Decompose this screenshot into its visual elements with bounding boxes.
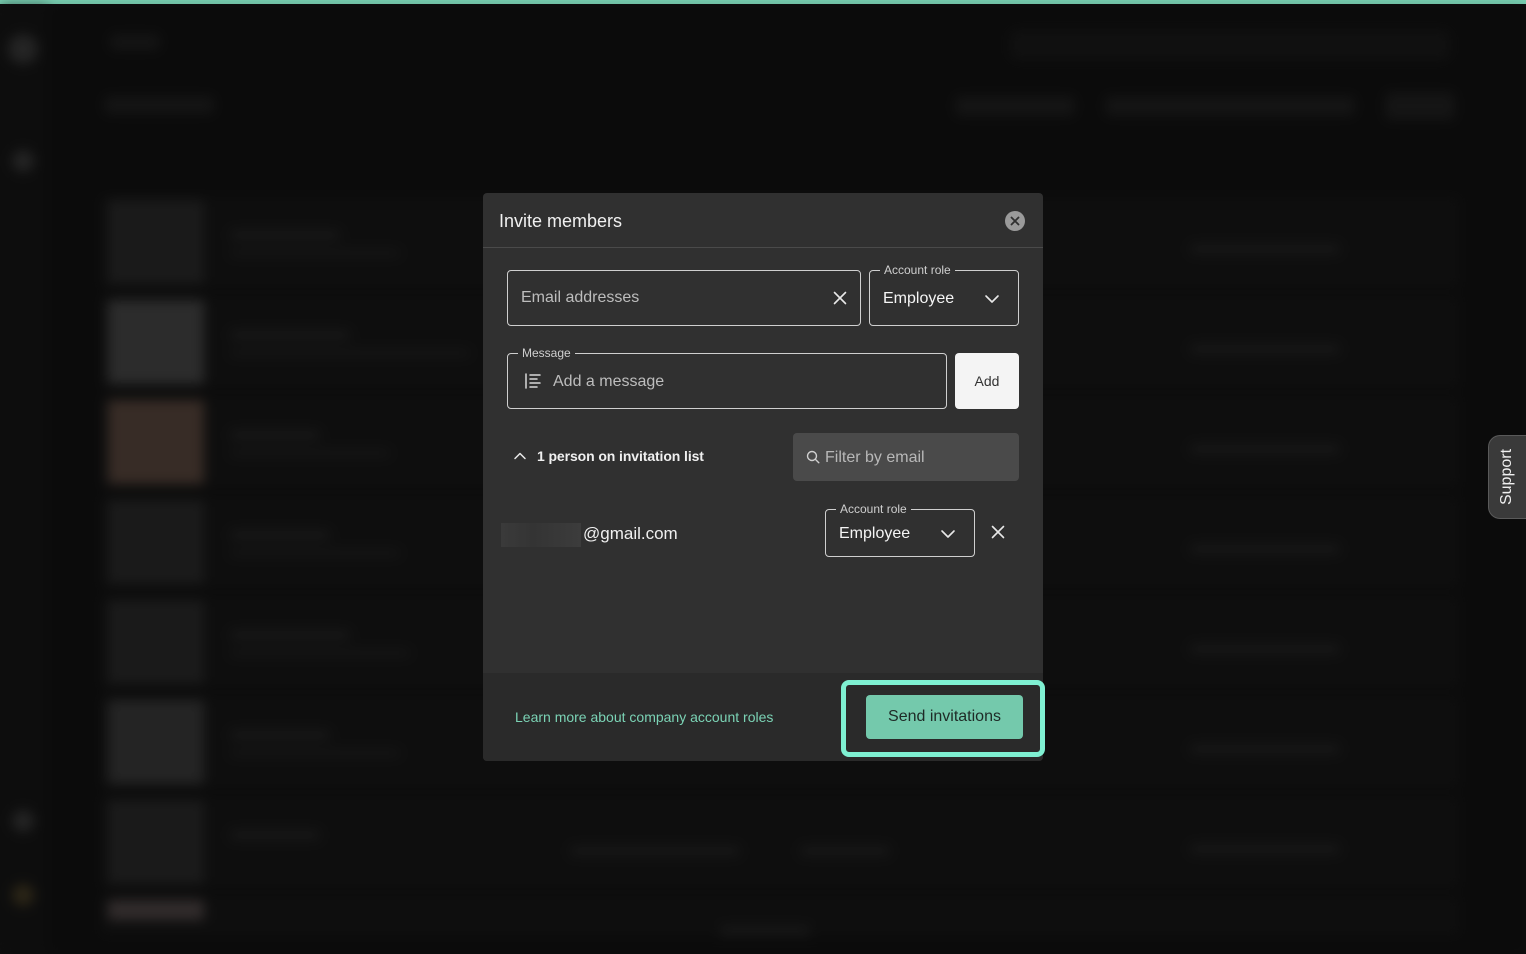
support-tab-label: Support: [1498, 448, 1516, 506]
dialog-title: Invite members: [499, 211, 623, 231]
support-tab[interactable]: Support: [1488, 435, 1526, 519]
search-icon: [806, 450, 820, 464]
invitee-role-label: Account role: [836, 502, 911, 516]
text-align-icon: [525, 373, 541, 389]
invite-members-dialog: Invite members Email addresses Account r…: [483, 193, 1043, 761]
invitee-role-select[interactable]: Account role Employee: [825, 502, 975, 557]
invitee-email: @gmail.com: [583, 524, 678, 543]
email-addresses-input[interactable]: Email addresses: [507, 270, 861, 326]
message-input[interactable]: Message Add a message: [507, 346, 947, 409]
invitation-list-count: 1 person on invitation list: [537, 448, 704, 464]
filter-by-email-input[interactable]: Filter by email: [793, 433, 1019, 481]
close-dialog-button[interactable]: [1005, 211, 1025, 231]
clear-email-icon[interactable]: [832, 290, 848, 306]
invitee-role-value: Employee: [839, 525, 911, 542]
account-role-select[interactable]: Account role Employee: [869, 263, 1019, 326]
account-role-value: Employee: [883, 290, 955, 307]
chevron-up-icon: [514, 452, 526, 460]
email-addresses-placeholder: Email addresses: [521, 289, 640, 306]
add-button[interactable]: Add: [955, 353, 1019, 409]
message-placeholder: Add a message: [553, 373, 665, 390]
chevron-down-icon: [941, 530, 955, 538]
chevron-down-icon: [985, 295, 999, 303]
learn-more-roles-link[interactable]: Learn more about company account roles: [515, 709, 773, 725]
close-icon: [1010, 216, 1020, 226]
invitation-list-toggle[interactable]: 1 person on invitation list: [513, 448, 704, 464]
remove-invitee-icon[interactable]: [990, 524, 1006, 540]
dialog-header: Invite members: [483, 193, 1043, 248]
account-role-label: Account role: [880, 263, 955, 277]
redacted-email-prefix: [501, 523, 581, 547]
invitee-row: @gmail.com Account role Employee: [483, 502, 1043, 563]
message-label: Message: [518, 346, 575, 360]
send-invitations-button[interactable]: Send invitations: [866, 695, 1023, 739]
filter-placeholder: Filter by email: [825, 449, 925, 466]
